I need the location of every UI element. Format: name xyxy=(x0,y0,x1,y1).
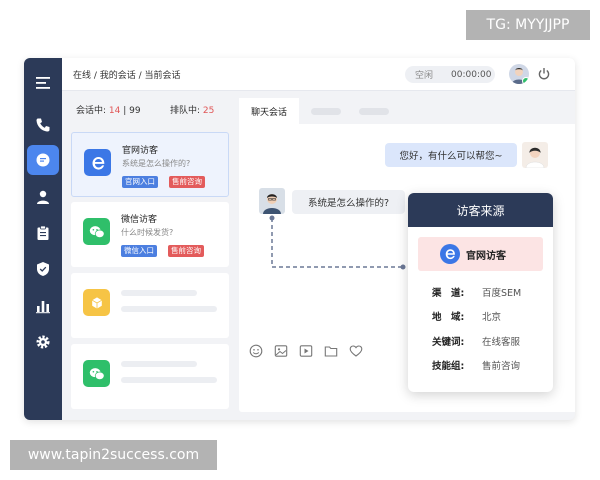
visitor-title: 微信访客 xyxy=(121,215,158,225)
clipboard-icon[interactable] xyxy=(24,218,62,248)
visitor-avatar xyxy=(259,188,285,214)
visitor-message-bubble: 系统是怎么操作的? xyxy=(292,190,405,214)
popup-title: 访客来源 xyxy=(408,193,553,227)
visitor-card-wechat[interactable]: 微信访客 什么时候发货? 微信入口 售前咨询 xyxy=(71,202,229,267)
queue-header: 会话中: 14 | 99 排队中: 25 xyxy=(62,91,234,121)
ie-browser-icon xyxy=(440,244,460,264)
top-bar: 在线 / 我的会话 / 当前会话 空闲 00:00:00 xyxy=(62,58,575,91)
skeleton-line xyxy=(121,377,217,383)
tag-skill: 售前咨询 xyxy=(168,245,204,257)
visitor-card-website[interactable]: 官网访客 系统是怎么操作的? 官网入口 售前咨询 xyxy=(71,132,229,197)
image-icon[interactable] xyxy=(274,344,288,358)
source-label: 官网访客 xyxy=(466,251,506,262)
sidebar xyxy=(24,58,62,420)
visitor-last-message: 什么时候发货? xyxy=(121,228,174,237)
agent-avatar xyxy=(522,142,548,168)
phone-icon[interactable] xyxy=(24,110,62,140)
visitor-card-placeholder[interactable] xyxy=(71,273,229,338)
watermark-top: TG: MYYJJPP xyxy=(466,10,590,40)
agent-message-bubble: 您好，有什么可以帮您~ xyxy=(385,143,517,167)
skeleton-line xyxy=(121,306,217,312)
session-timer: 00:00:00 xyxy=(451,69,492,80)
menu-icon[interactable] xyxy=(24,68,62,98)
chat-tabs: 聊天会话 xyxy=(239,98,575,124)
bar-chart-icon[interactable] xyxy=(24,291,62,321)
visitor-title: 官网访客 xyxy=(122,146,159,156)
visitor-card-placeholder[interactable] xyxy=(71,344,229,409)
in-session-stat: 会话中: 14 | 99 xyxy=(76,106,141,116)
watermark-bottom: www.tapin2success.com xyxy=(10,440,217,470)
tab-placeholder[interactable] xyxy=(311,108,341,115)
wechat-icon xyxy=(83,360,110,387)
gear-icon[interactable] xyxy=(24,327,62,357)
skeleton-line xyxy=(121,361,197,367)
chat-icon[interactable] xyxy=(24,145,62,175)
app-window: 在线 / 我的会话 / 当前会话 空闲 00:00:00 会话中: 14 | 9… xyxy=(24,58,575,420)
agent-status: 空闲 xyxy=(415,71,434,81)
status-pill[interactable]: 空闲 00:00:00 xyxy=(405,66,495,83)
tag-entry: 微信入口 xyxy=(121,245,157,257)
visitor-last-message: 系统是怎么操作的? xyxy=(122,159,191,168)
heart-icon[interactable] xyxy=(349,344,363,358)
ie-browser-icon xyxy=(84,149,111,176)
breadcrumb: 在线 / 我的会话 / 当前会话 xyxy=(73,71,181,81)
tab-placeholder[interactable] xyxy=(359,108,389,115)
emoji-icon[interactable] xyxy=(249,344,263,358)
online-indicator xyxy=(522,77,529,84)
skeleton-line xyxy=(121,290,197,296)
wechat-icon xyxy=(83,218,110,245)
video-icon[interactable] xyxy=(299,344,313,358)
source-badge: 官网访客 xyxy=(418,237,543,271)
user-icon[interactable] xyxy=(24,182,62,212)
tag-entry: 官网入口 xyxy=(122,176,158,188)
agent-profile-avatar[interactable] xyxy=(509,64,529,84)
tab-chat-session[interactable]: 聊天会话 xyxy=(239,98,299,124)
shield-icon[interactable] xyxy=(24,254,62,284)
queue-stat: 排队中: 25 xyxy=(170,106,215,116)
power-icon[interactable] xyxy=(537,67,551,81)
tag-skill: 售前咨询 xyxy=(169,176,205,188)
visitor-source-popup: 访客来源 官网访客 渠 道: 百度SEM 地 域: 北京 关键词: 在线客服 技能组:… xyxy=(408,193,553,392)
cube-icon xyxy=(83,289,110,316)
folder-icon[interactable] xyxy=(324,344,338,358)
